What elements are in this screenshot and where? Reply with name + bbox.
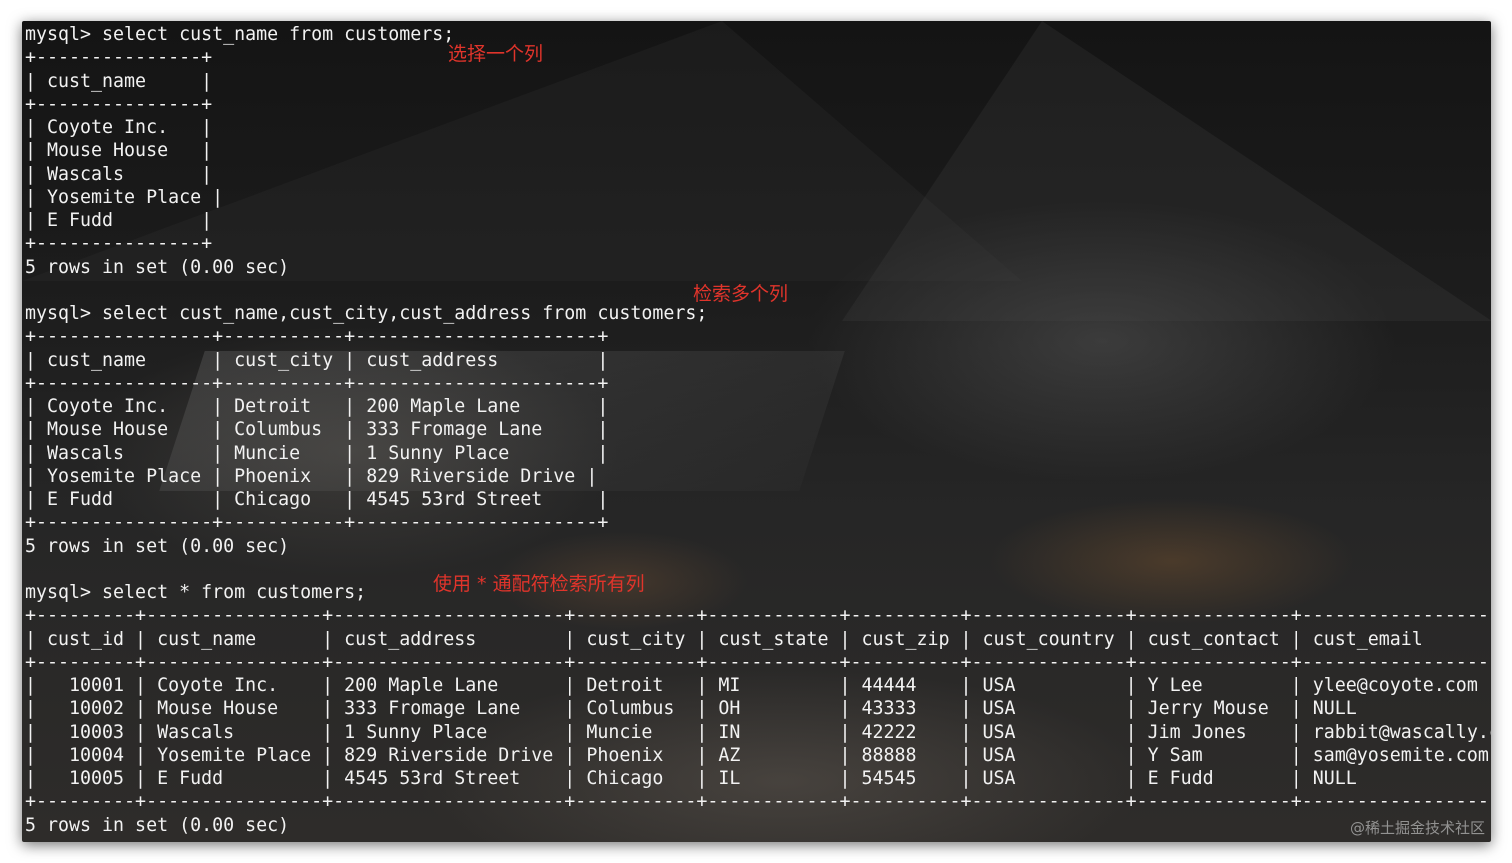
terminal-line: 5 rows in set (0.00 sec) (25, 535, 290, 557)
terminal-line: +---------+----------------+------------… (25, 651, 1491, 673)
annotation-select-all-columns: 使用 * 通配符检索所有列 (433, 573, 645, 595)
terminal-line: | E Fudd | Chicago | 4545 53rd Street | (25, 489, 609, 510)
terminal-line: +----------------+-----------+----------… (25, 326, 609, 348)
terminal-line: +----------------+-----------+----------… (25, 372, 609, 394)
terminal-line: +---------+----------------+------------… (25, 605, 1491, 627)
terminal-line: +---------------+ (25, 93, 213, 115)
terminal-line: mysql> select * from customers; (25, 582, 367, 603)
terminal-line: | cust_name | (25, 70, 213, 92)
watermark: @稀土掘金技术社区 (1349, 819, 1485, 837)
annotation-select-one-column: 选择一个列 (448, 43, 544, 65)
terminal-line: | Coyote Inc. | Detroit | 200 Maple Lane… (25, 396, 609, 417)
terminal-line: | Wascals | (25, 163, 213, 185)
terminal-line: | Wascals | Muncie | 1 Sunny Place | (25, 442, 609, 464)
terminal-line: +----------------+-----------+----------… (25, 512, 609, 534)
terminal-line: mysql> select cust_name from customers; (25, 24, 455, 45)
terminal-line: | cust_id | cust_name | cust_address | c… (25, 628, 1491, 650)
terminal-line: +---------+----------------+------------… (25, 791, 1491, 813)
terminal-line: | Coyote Inc. | (25, 117, 213, 138)
terminal-line: | 10002 | Mouse House | 333 Fromage Lane… (25, 698, 1491, 720)
terminal-window[interactable]: mysql> select cust_name from customers; +… (22, 21, 1491, 842)
terminal-line: | E Fudd | (25, 210, 213, 231)
terminal-line: +---------------+ (25, 47, 213, 69)
terminal-line: 5 rows in set (0.00 sec) (25, 814, 290, 836)
terminal-line: | Yosemite Place | (25, 186, 224, 208)
terminal-line: | Mouse House | (25, 140, 213, 162)
terminal-line: +---------------+ (25, 233, 213, 255)
annotation-select-multiple-columns: 检索多个列 (693, 283, 789, 305)
terminal-line: | Yosemite Place | Phoenix | 829 Riversi… (25, 465, 598, 487)
terminal-line: | 10003 | Wascals | 1 Sunny Place | Munc… (25, 721, 1491, 743)
terminal-line: | 10005 | E Fudd | 4545 53rd Street | Ch… (25, 768, 1491, 789)
terminal-line: | cust_name | cust_city | cust_address | (25, 349, 609, 371)
terminal-line: | 10001 | Coyote Inc. | 200 Maple Lane |… (25, 675, 1491, 696)
terminal-line: | 10004 | Yosemite Place | 829 Riverside… (25, 744, 1491, 766)
terminal-line: | Mouse House | Columbus | 333 Fromage L… (25, 419, 609, 441)
terminal-line: 5 rows in set (0.00 sec) (25, 256, 290, 278)
terminal-output[interactable]: mysql> select cust_name from customers; +… (25, 23, 1491, 837)
